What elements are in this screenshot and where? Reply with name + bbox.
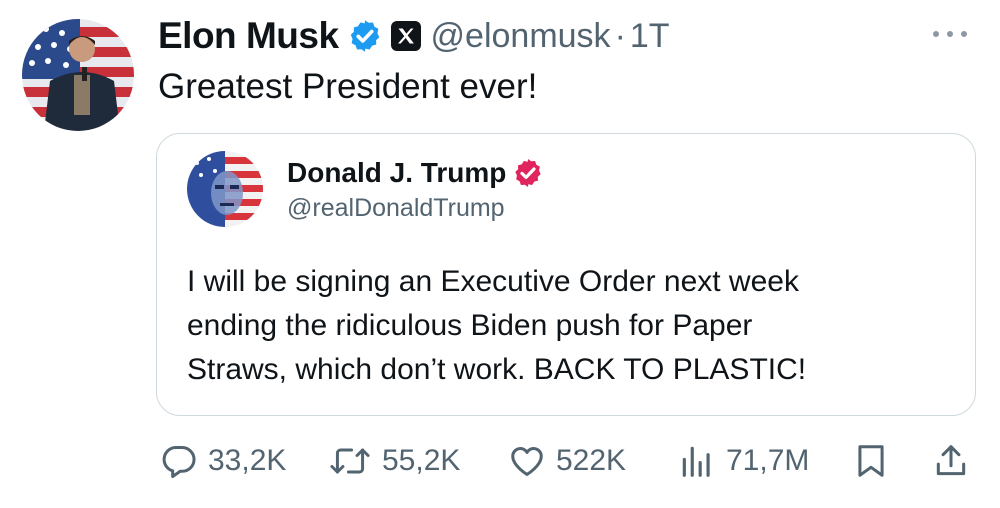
quoted-tweet-card[interactable]: Donald J. Trump @realDonaldTrump I will … xyxy=(156,133,976,416)
quoted-header: Donald J. Trump xyxy=(287,154,544,192)
separator-dot: · xyxy=(614,16,626,55)
tweet-text: Greatest President ever! xyxy=(158,67,538,106)
repost-count: 55,2K xyxy=(382,444,461,477)
author-avatar[interactable] xyxy=(22,19,134,131)
quoted-author-avatar-image xyxy=(187,151,263,227)
quoted-author-name[interactable]: Donald J. Trump xyxy=(287,157,506,189)
author-avatar-image xyxy=(22,19,134,131)
share-button[interactable] xyxy=(932,436,970,486)
author-handle[interactable]: @elonmusk xyxy=(431,17,611,56)
more-icon[interactable] xyxy=(930,24,970,44)
like-icon xyxy=(511,447,543,476)
action-bar: 33,2K 55,2K 522K 71,7M xyxy=(0,436,1000,486)
quoted-text-line: ending the ridiculous Biden push for Pap… xyxy=(187,309,753,342)
quoted-text-line: Straws, which don’t work. BACK TO PLASTI… xyxy=(187,353,807,386)
reply-icon xyxy=(162,446,196,479)
reply-count: 33,2K xyxy=(208,444,287,477)
like-button[interactable]: 522K xyxy=(508,436,626,486)
views-icon xyxy=(682,446,710,477)
bookmark-icon xyxy=(858,445,884,477)
verified-badge-icon[interactable] xyxy=(512,157,544,189)
view-count: 71,7M xyxy=(726,444,810,477)
like-count: 522K xyxy=(556,444,627,477)
share-icon xyxy=(936,445,966,476)
tweet-timestamp[interactable]: 1T xyxy=(630,17,670,56)
bookmark-button[interactable] xyxy=(852,436,890,486)
x-logo-icon[interactable] xyxy=(390,21,421,51)
tweet-header: Elon Musk @elonmusk · 1T xyxy=(158,14,670,58)
quoted-author-avatar[interactable] xyxy=(187,151,263,227)
repost-button[interactable]: 55,2K xyxy=(328,436,460,486)
verified-badge-icon[interactable] xyxy=(347,18,383,54)
reply-button[interactable]: 33,2K xyxy=(160,436,286,486)
views-button[interactable]: 71,7M xyxy=(678,436,809,486)
quoted-text-line: I will be signing an Executive Order nex… xyxy=(187,265,799,298)
quoted-author-handle[interactable]: @realDonaldTrump xyxy=(287,194,505,223)
quoted-tweet-text: I will be signing an Executive Order nex… xyxy=(187,260,967,392)
author-name[interactable]: Elon Musk xyxy=(158,15,339,57)
repost-icon xyxy=(330,448,370,474)
